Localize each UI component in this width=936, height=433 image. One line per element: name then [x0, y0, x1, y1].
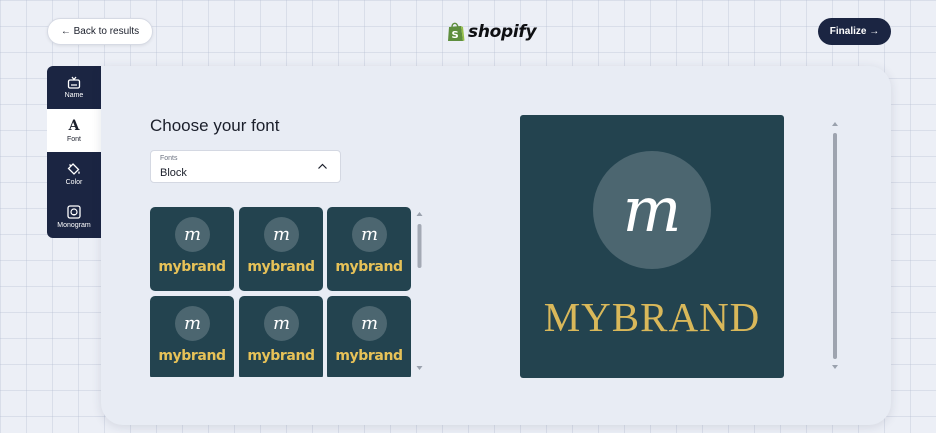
tile-brand-text: mybrand [335, 259, 403, 275]
logo-text: shopify [468, 22, 537, 42]
tile-brand-text: mybrand [247, 348, 315, 364]
tile-brand-text: mybrand [158, 348, 226, 364]
finalize-button[interactable]: Finalize → [818, 18, 891, 45]
font-grid-scrollbar[interactable] [414, 208, 425, 374]
scroll-down-arrow-icon [416, 366, 423, 370]
scroll-down-arrow-icon [832, 365, 838, 369]
font-option-tile[interactable]: m mybrand [150, 296, 234, 377]
tile-brand-text: mybrand [247, 259, 315, 275]
page-title: Choose your font [150, 116, 280, 135]
sidebar-item-font[interactable]: A Font [47, 109, 101, 152]
font-option-tile[interactable]: m mybrand [239, 296, 323, 377]
font-options-grid: m mybrand m mybrand m mybrand m mybrand … [150, 207, 412, 377]
finalize-button-label: Finalize → [829, 26, 880, 37]
back-to-results-button[interactable]: ← Back to results [47, 18, 153, 45]
chevron-up-icon [318, 163, 327, 169]
scroll-up-arrow-icon [832, 122, 838, 126]
tile-monogram: m [175, 306, 210, 341]
shopify-logo: S shopify [447, 20, 537, 44]
font-option-tile[interactable]: m mybrand [327, 207, 411, 291]
preview-monogram: m [593, 151, 711, 269]
fonts-dropdown-value: Block [160, 167, 187, 179]
svg-text:S: S [452, 30, 459, 41]
shopify-bag-icon: S [448, 22, 465, 41]
sidebar-item-name[interactable]: Name [47, 66, 101, 109]
scrollbar-thumb [417, 224, 422, 268]
sidebar-label-monogram: Monogram [57, 221, 91, 229]
tile-monogram: m [175, 217, 210, 252]
fonts-dropdown[interactable]: Fonts Block [150, 150, 341, 183]
fonts-dropdown-label: Fonts [160, 155, 178, 162]
font-option-tile[interactable]: m mybrand [150, 207, 234, 291]
sidebar-item-color[interactable]: Color [47, 152, 101, 195]
scroll-up-arrow-icon [416, 212, 423, 216]
logo-preview: m MYBRAND [520, 115, 784, 378]
preview-brand-text: MYBRAND [543, 294, 761, 340]
paint-bucket-icon [67, 162, 80, 175]
font-option-tile[interactable]: m mybrand [239, 207, 323, 291]
sidebar-label-font: Font [66, 135, 81, 143]
tile-brand-text: mybrand [158, 259, 226, 275]
scrollbar-thumb [833, 133, 837, 359]
font-icon: A [68, 117, 80, 134]
tile-monogram: m [352, 217, 387, 252]
tile-monogram: m [264, 217, 299, 252]
tile-monogram: m [264, 306, 299, 341]
preview-scrollbar[interactable] [829, 118, 841, 373]
monogram-icon [67, 204, 81, 219]
font-option-tile[interactable]: m mybrand [327, 296, 411, 377]
editor-sidebar: Name A Font Color Monogram [47, 66, 101, 238]
tile-brand-text: mybrand [335, 348, 403, 364]
sidebar-item-monogram[interactable]: Monogram [47, 195, 101, 238]
name-icon [67, 76, 81, 89]
sidebar-label-name: Name [64, 92, 84, 99]
back-button-label: ← Back to results [60, 26, 140, 37]
tile-monogram: m [352, 306, 387, 341]
sidebar-label-color: Color [65, 178, 83, 186]
